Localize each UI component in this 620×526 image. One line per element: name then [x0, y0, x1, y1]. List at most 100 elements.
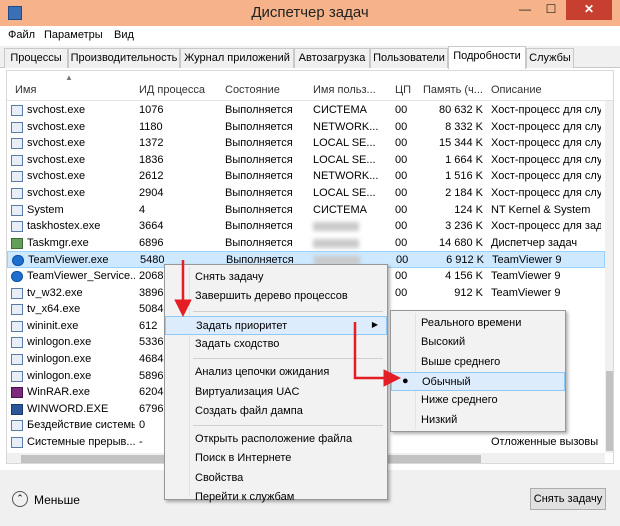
svc-icon — [11, 304, 23, 316]
cell-name: TeamViewer_Service... — [27, 270, 135, 282]
title-bar: Диспетчер задач — ☐ ✕ — [0, 0, 620, 26]
cell-desc: Хост-процесс для служб — [491, 104, 601, 116]
context-item-7[interactable]: Виртуализация UAC — [165, 383, 387, 402]
context-item-11[interactable]: Поиск в Интернете — [165, 449, 387, 468]
fewer-details-link[interactable]: Меньше — [34, 493, 80, 507]
cell-state: Выполняется — [225, 187, 293, 199]
table-row[interactable]: taskhostex.exe 3664 Выполняется 00 3 236 K Хо… — [7, 218, 605, 235]
cell-user: СИСТЕМА — [313, 104, 367, 116]
vertical-scroll-thumb[interactable] — [606, 371, 613, 451]
cell-desc: Хост-процесс для служб — [491, 187, 601, 199]
cell-desc: TeamViewer 9 — [491, 286, 561, 299]
priority-item-2[interactable]: Выше среднего — [391, 353, 565, 372]
menu-file[interactable]: Файл — [8, 29, 35, 41]
cell-state: Выполняется — [225, 153, 293, 166]
context-item-13[interactable]: Перейти к службам — [165, 488, 387, 507]
svc-icon — [11, 221, 23, 233]
tab-services[interactable]: Службы — [526, 48, 574, 68]
cell-state: Выполняется — [225, 170, 293, 183]
table-row[interactable]: svchost.exe 2612 Выполняется NETWORK... 00 1 … — [7, 168, 605, 185]
cell-name: winlogon.exe — [27, 353, 92, 365]
priority-item-3[interactable]: ● Обычный — [391, 371, 565, 391]
priority-item-label: Реального времени — [421, 317, 522, 329]
column-description[interactable]: Описание — [491, 84, 542, 96]
table-row[interactable]: svchost.exe 1372 Выполняется LOCAL SE... 00 1… — [7, 135, 605, 152]
menu-view[interactable]: Вид — [114, 29, 134, 41]
teamviewer-icon — [12, 255, 24, 267]
table-row[interactable]: svchost.exe 1076 Выполняется СИСТЕМА 00 80 63… — [7, 102, 605, 119]
cell-pid: 4 — [139, 203, 146, 216]
cell-cpu: 00 — [395, 220, 408, 233]
priority-item-label: Ниже среднего — [421, 394, 498, 407]
svc-icon — [11, 188, 23, 199]
tab-processes[interactable]: Процессы — [4, 48, 68, 68]
minimize-button[interactable]: — — [512, 0, 538, 20]
word-icon — [11, 403, 23, 415]
cell-cpu: 00 — [396, 254, 409, 267]
table-row[interactable]: System 4 Выполняется СИСТЕМА 00 124 K NT Kerne… — [7, 202, 605, 219]
cell-mem: 6 912 K — [446, 254, 484, 267]
context-item-label: Завершить дерево процессов — [195, 290, 348, 303]
table-row[interactable]: Taskmgr.exe 6896 Выполняется 00 14 680 K Дисп… — [7, 235, 605, 252]
chevron-up-icon[interactable]: ⌃ — [12, 491, 28, 507]
priority-item-1[interactable]: Высокий — [391, 333, 565, 352]
cell-pid: 1836 — [139, 153, 164, 166]
column-status[interactable]: Состояние — [225, 84, 280, 96]
tab-performance[interactable]: Производительность — [68, 48, 180, 68]
column-memory[interactable]: Память (ч... — [423, 84, 483, 96]
svc-icon — [11, 121, 23, 133]
column-cpu[interactable]: ЦП — [395, 84, 411, 96]
context-item-1[interactable]: Завершить дерево процессов — [165, 287, 387, 306]
cell-user: LOCAL SE... — [313, 187, 376, 199]
tab-startup[interactable]: Автозагрузка — [294, 48, 370, 68]
cell-user: LOCAL SE... — [313, 153, 376, 166]
priority-item-5[interactable]: Низкий — [391, 411, 565, 430]
cell-name: tv_w32.exe — [27, 286, 83, 299]
context-item-10[interactable]: Открыть расположение файла — [165, 430, 387, 449]
submenu-arrow-icon: ▶ — [371, 319, 378, 329]
svc-icon — [11, 337, 23, 349]
context-item-label: Задать приоритет — [196, 319, 288, 332]
tab-users[interactable]: Пользователи — [370, 48, 448, 68]
context-item-0[interactable]: Снять задачу — [165, 268, 387, 287]
priority-item-4[interactable]: Ниже среднего — [391, 391, 565, 410]
end-task-button[interactable]: Снять задачу — [530, 488, 606, 510]
cell-name: taskhostex.exe — [27, 220, 101, 233]
redacted-user-name — [313, 238, 359, 248]
column-name[interactable]: Имя — [15, 84, 36, 96]
cell-pid: 2612 — [139, 170, 164, 183]
context-menu: Снять задачу Завершить дерево процессов За… — [164, 264, 388, 503]
menu-options[interactable]: Параметры — [44, 29, 103, 41]
cell-desc: Диспетчер задач — [491, 236, 578, 249]
table-row[interactable]: svchost.exe 1836 Выполняется LOCAL SE... 00 1… — [7, 152, 605, 169]
cell-desc: TeamViewer 9 — [492, 254, 562, 267]
context-item-4[interactable]: Задать сходство — [165, 335, 387, 354]
cell-mem: 2 184 K — [445, 187, 483, 199]
teamviewer-icon — [11, 271, 23, 282]
table-row[interactable]: svchost.exe 2904 Выполняется LOCAL SE... 00 2… — [7, 185, 605, 202]
svc-icon — [11, 370, 23, 382]
table-row[interactable]: svchost.exe 1180 Выполняется NETWORK... 00 8 … — [7, 119, 605, 136]
priority-submenu: Реального времени Высокий Выше среднего ● Об… — [390, 310, 566, 432]
close-button[interactable]: ✕ — [566, 0, 612, 20]
column-user[interactable]: Имя польз... — [313, 84, 376, 96]
context-item-12[interactable]: Свойства — [165, 469, 387, 488]
column-pid[interactable]: ИД процесса — [139, 84, 205, 96]
context-item-8[interactable]: Создать файл дампа — [165, 402, 387, 421]
context-item-label: Создать файл дампа — [195, 404, 303, 417]
tab-details[interactable]: Подробности — [448, 46, 526, 69]
maximize-button[interactable]: ☐ — [538, 0, 564, 20]
cell-cpu: 00 — [395, 286, 408, 299]
context-item-3[interactable]: Задать приоритет ▶ — [165, 315, 387, 335]
tabs-bar: Процессы Производительность Журнал прило… — [0, 46, 620, 69]
vertical-scrollbar[interactable] — [605, 101, 613, 453]
context-item-label: Перейти к службам — [195, 491, 295, 503]
cell-user: LOCAL SE... — [313, 137, 376, 150]
menu-separator — [193, 425, 383, 427]
cell-cpu: 00 — [395, 236, 408, 249]
cell-state: Выполняется — [225, 120, 293, 133]
tab-app-history[interactable]: Журнал приложений — [180, 48, 294, 68]
context-item-label: Задать сходство — [195, 337, 280, 350]
priority-item-0[interactable]: Реального времени — [391, 314, 565, 333]
context-item-6[interactable]: Анализ цепочки ожидания — [165, 363, 387, 382]
